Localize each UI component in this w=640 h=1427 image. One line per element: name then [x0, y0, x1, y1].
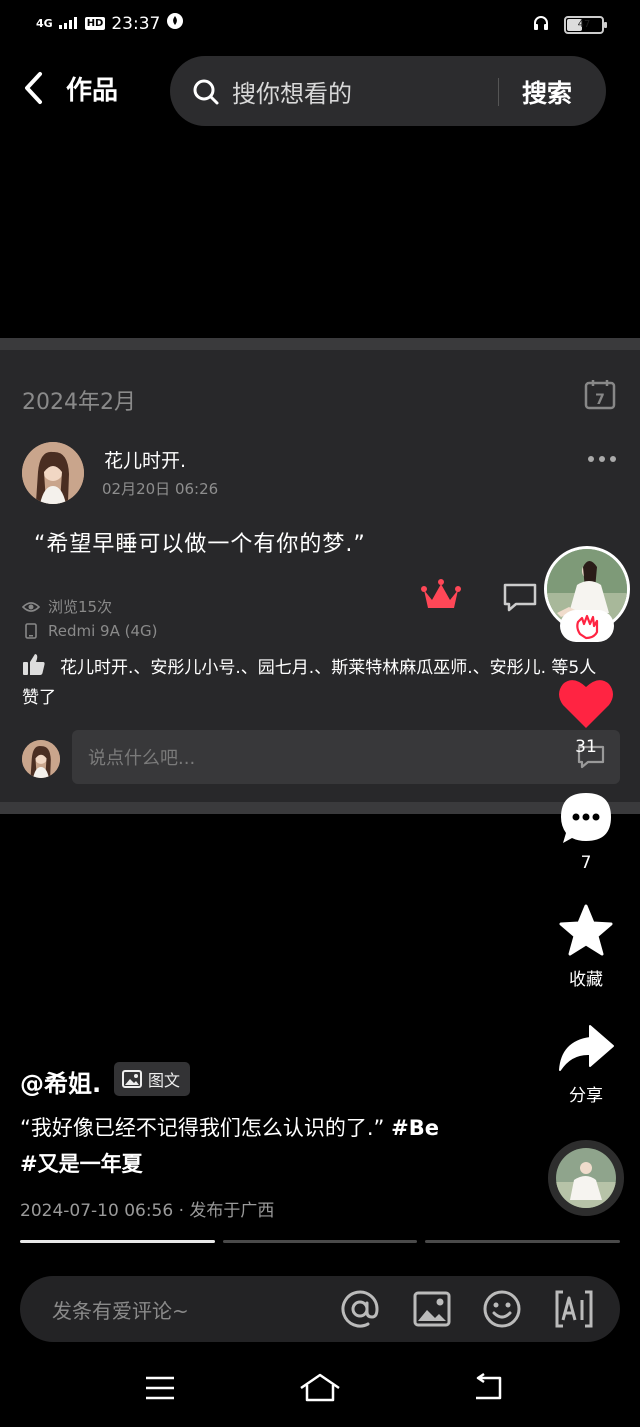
progress-segment [222, 1240, 418, 1243]
favorite-label: 收藏 [569, 970, 603, 990]
caption-author[interactable]: @希姐. [20, 1064, 101, 1099]
device-row: Redmi 9A (4G) [22, 622, 158, 640]
search-divider [498, 78, 499, 106]
crown-icon[interactable] [420, 578, 462, 618]
system-nav-bar [0, 1362, 640, 1418]
comment-action[interactable]: 7 [546, 790, 626, 873]
battery-icon: 47 [564, 16, 607, 34]
hashtag-summer[interactable]: #又是一年夏 [20, 1152, 143, 1176]
post-card: 2024年2月 7 花儿时开. 02月20日 06:26 “希望早睡可以做一个有… [0, 338, 640, 814]
menu-icon[interactable] [144, 1372, 176, 1408]
progress-segment [425, 1240, 621, 1243]
svg-text:7: 7 [595, 392, 605, 408]
caption-text: “我好像已经不记得我们怎么认识的了.” #Be #又是一年夏 [20, 1110, 460, 1182]
clock: 23:37 [111, 13, 161, 34]
post-text: “希望早睡可以做一个有你的梦.” [34, 532, 366, 557]
notification-icon [166, 12, 184, 35]
wave-hand-icon [576, 614, 599, 640]
hd-badge: HD [84, 17, 106, 30]
thumbs-up-icon [23, 654, 45, 675]
post-author-name[interactable]: 花儿时开. [104, 446, 186, 473]
image-icon [122, 1070, 142, 1088]
home-icon[interactable] [298, 1372, 342, 1408]
comment-bar[interactable]: 发条有爱评论~ [20, 1276, 620, 1342]
publish-meta: 2024-07-10 06:56 · 发布于广西 [20, 1201, 275, 1221]
comment-input[interactable]: 发条有爱评论~ [52, 1295, 189, 1324]
back-button[interactable] [20, 68, 56, 108]
emoji-icon[interactable] [482, 1289, 522, 1329]
search-icon [192, 78, 220, 110]
hashtag-be[interactable]: #Be [391, 1116, 439, 1140]
post-author-avatar[interactable] [22, 442, 84, 504]
search-bar[interactable]: 搜你想看的 搜索 [170, 56, 606, 126]
eye-icon [22, 601, 40, 612]
mention-icon[interactable] [340, 1289, 380, 1329]
share-label: 分享 [569, 1086, 603, 1106]
likes-text: 花儿时开.、安彤儿小号.、园七月.、斯莱特林麻瓜巫师.、安彤儿. 等5人赞了 [22, 658, 597, 708]
likes-row[interactable]: 花儿时开.、安彤儿小号.、园七月.、斯莱特林麻瓜巫师.、安彤儿. 等5人赞了 [22, 652, 612, 713]
calendar-icon[interactable]: 7 [584, 378, 616, 414]
device-name: Redmi 9A (4G) [48, 622, 158, 640]
card-comment-placeholder: 说点什么吧... [88, 748, 196, 769]
image-picker-icon[interactable] [412, 1289, 452, 1329]
like-count: 31 [575, 737, 597, 757]
search-button[interactable]: 搜索 [522, 74, 572, 110]
heart-icon [559, 680, 613, 728]
follow-badge[interactable] [560, 610, 614, 642]
comment-outline-icon[interactable] [502, 582, 538, 616]
back-arrow-icon [25, 72, 42, 104]
badge-label: 图文 [148, 1071, 181, 1090]
signal-icon [58, 14, 79, 34]
more-options-icon[interactable] [588, 456, 616, 462]
like-action[interactable]: 31 [546, 676, 626, 757]
music-disc[interactable] [548, 1140, 624, 1216]
comment-count: 7 [580, 853, 592, 873]
post-timestamp: 02月20日 06:26 [102, 480, 219, 498]
caption-body: “我好像已经不记得我们怎么认识的了.” [20, 1116, 385, 1140]
battery-level: 47 [577, 19, 591, 30]
card-comment-input[interactable]: 说点什么吧... [72, 730, 620, 784]
back-nav-icon[interactable] [470, 1372, 504, 1408]
date-heading: 2024年2月 [22, 390, 136, 415]
search-input[interactable]: 搜你想看的 [232, 74, 352, 109]
ai-icon[interactable] [554, 1289, 594, 1329]
star-icon [559, 904, 613, 956]
network-indicator: 4G [36, 16, 53, 30]
status-bar: 4G HD 23:37 47 [0, 0, 640, 48]
top-nav: 作品 搜你想看的 搜索 [0, 54, 640, 126]
share-arrow-icon [559, 1025, 614, 1071]
commenter-avatar [22, 740, 60, 778]
share-action[interactable]: 分享 [546, 1024, 626, 1106]
image-text-badge: 图文 [114, 1062, 191, 1096]
view-count: 浏览15次 [48, 598, 113, 616]
headphones-icon [532, 14, 550, 36]
page-title: 作品 [66, 76, 119, 106]
views-row: 浏览15次 [22, 596, 112, 617]
favorite-action[interactable]: 收藏 [546, 904, 626, 990]
phone-icon [25, 623, 37, 639]
comment-bubble-icon [561, 793, 611, 843]
progress-segment [20, 1240, 215, 1243]
carousel-progress [20, 1240, 621, 1243]
